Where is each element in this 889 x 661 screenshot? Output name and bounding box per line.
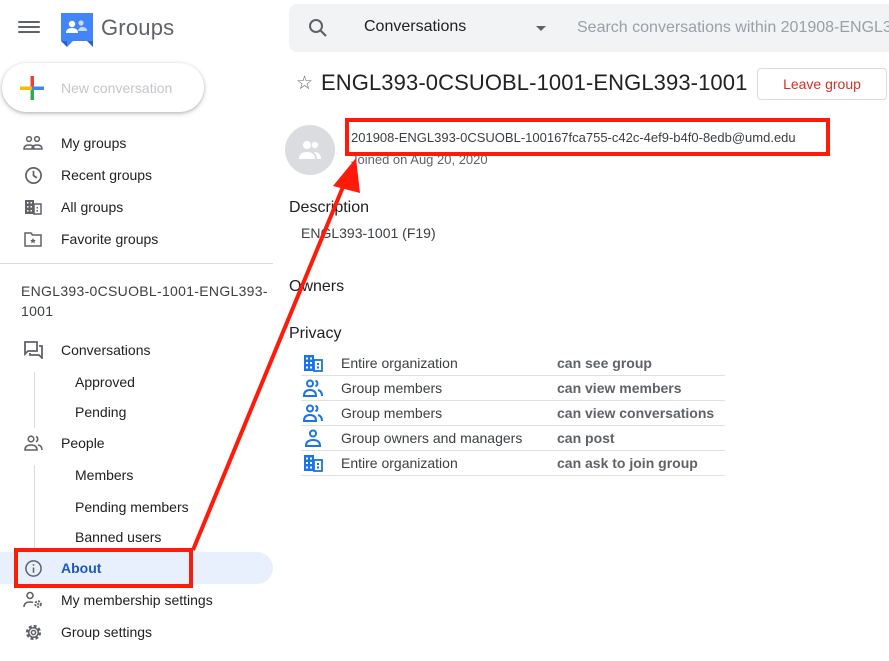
privacy-row: Entire organization can ask to join grou… xyxy=(301,451,725,476)
groups-logo-icon xyxy=(61,13,93,47)
group-email: 201908-ENGL393-0CSUOBL-100167fca755-c42c… xyxy=(351,130,796,145)
privacy-table: Entire organization can see group Group … xyxy=(301,351,725,476)
clock-icon xyxy=(23,165,43,185)
leave-group-button[interactable]: Leave group xyxy=(757,68,887,100)
person-gear-icon xyxy=(23,590,43,610)
privacy-who: Group members xyxy=(341,405,443,421)
sidebar-item-recent-groups[interactable]: Recent groups xyxy=(0,159,273,191)
person-icon xyxy=(304,429,322,447)
sidebar-divider xyxy=(0,263,273,264)
people-icon xyxy=(299,141,321,159)
sidebar-item-label: Pending xyxy=(75,404,127,420)
privacy-permission: can view members xyxy=(557,380,682,396)
forum-icon xyxy=(23,340,43,360)
sidebar-item-label: My groups xyxy=(61,135,127,151)
people-icon xyxy=(303,379,323,397)
privacy-row: Group members can view conversations xyxy=(301,401,725,426)
new-conversation-button[interactable]: New conversation xyxy=(2,63,204,112)
sidebar-item-label: Approved xyxy=(75,374,135,390)
privacy-permission: can ask to join group xyxy=(557,455,698,471)
privacy-row: Entire organization can see group xyxy=(301,351,725,376)
sidebar-item-label: Group settings xyxy=(61,624,153,640)
sidebar-item-label: My membership settings xyxy=(61,592,213,608)
gear-icon xyxy=(23,622,43,642)
privacy-who: Entire organization xyxy=(341,455,458,471)
current-group-name: ENGL393-0CSUOBL-1001-ENGL393-1001 xyxy=(21,283,268,319)
building-icon xyxy=(23,197,43,217)
sidebar-item-label: Pending members xyxy=(75,499,189,515)
sidebar-item-label: Banned users xyxy=(75,529,162,545)
sidebar-item-favorite-groups[interactable]: Favorite groups xyxy=(0,223,273,255)
sidebar-item-members[interactable]: Members xyxy=(0,459,273,491)
sidebar-item-label: All groups xyxy=(61,199,124,215)
sidebar-item-group-settings[interactable]: Group settings xyxy=(0,616,273,648)
info-icon xyxy=(23,558,43,578)
search-scope-select[interactable]: Conversations xyxy=(364,18,466,36)
privacy-row: Group owners and managers can post xyxy=(301,426,725,451)
chevron-down-icon[interactable] xyxy=(536,26,546,31)
sidebar-item-my-membership-settings[interactable]: My membership settings xyxy=(0,584,273,616)
search-input[interactable] xyxy=(577,16,889,40)
sidebar-item-about[interactable]: About xyxy=(0,552,273,584)
main-menu-button[interactable] xyxy=(18,18,40,38)
sidebar-item-label: Recent groups xyxy=(61,167,153,183)
sidebar-item-conversations[interactable]: Conversations xyxy=(0,334,273,366)
owners-heading: Owners xyxy=(289,278,345,295)
privacy-permission: can post xyxy=(557,430,615,446)
groups-icon xyxy=(23,133,43,153)
page-title: ENGL393-0CSUOBL-1001-ENGL393-1001 xyxy=(321,70,748,95)
sidebar-item-label: Favorite groups xyxy=(61,231,159,247)
description-heading: Description xyxy=(289,199,370,216)
app-name: Groups xyxy=(101,15,175,40)
sidebar-item-pending[interactable]: Pending xyxy=(0,396,273,428)
search-icon[interactable] xyxy=(308,18,328,38)
group-avatar xyxy=(285,125,335,175)
privacy-permission: can view conversations xyxy=(557,405,715,421)
joined-date: Joined on Aug 20, 2020 xyxy=(351,152,488,167)
sidebar-item-pending-members[interactable]: Pending members xyxy=(0,491,273,523)
sidebar-item-label: People xyxy=(61,435,105,451)
building-icon xyxy=(304,355,323,372)
people-icon xyxy=(23,433,43,453)
sidebar-item-people[interactable]: People xyxy=(0,427,273,459)
privacy-who: Entire organization xyxy=(341,355,458,371)
search-bar: Conversations xyxy=(289,4,889,52)
sidebar-item-label: About xyxy=(61,560,102,576)
sidebar-item-banned-users[interactable]: Banned users xyxy=(0,521,273,553)
description-text: ENGL393-1001 (F19) xyxy=(301,225,436,241)
privacy-row: Group members can view members xyxy=(301,376,725,401)
favorite-star-icon[interactable]: ☆ xyxy=(296,72,313,95)
privacy-who: Group members xyxy=(341,380,443,396)
building-icon xyxy=(304,455,323,472)
plus-icon xyxy=(20,75,44,100)
sidebar-item-label: Conversations xyxy=(61,342,151,358)
sidebar-item-my-groups[interactable]: My groups xyxy=(0,127,273,159)
sidebar-item-all-groups[interactable]: All groups xyxy=(0,191,273,223)
new-conversation-label: New conversation xyxy=(61,79,173,96)
sidebar-item-label: Members xyxy=(75,467,134,483)
privacy-who: Group owners and managers xyxy=(341,430,523,446)
privacy-permission: can see group xyxy=(557,355,652,371)
sidebar-item-approved[interactable]: Approved xyxy=(0,366,273,398)
folder-star-icon xyxy=(23,229,43,249)
privacy-heading: Privacy xyxy=(289,325,342,342)
people-icon xyxy=(303,404,323,422)
